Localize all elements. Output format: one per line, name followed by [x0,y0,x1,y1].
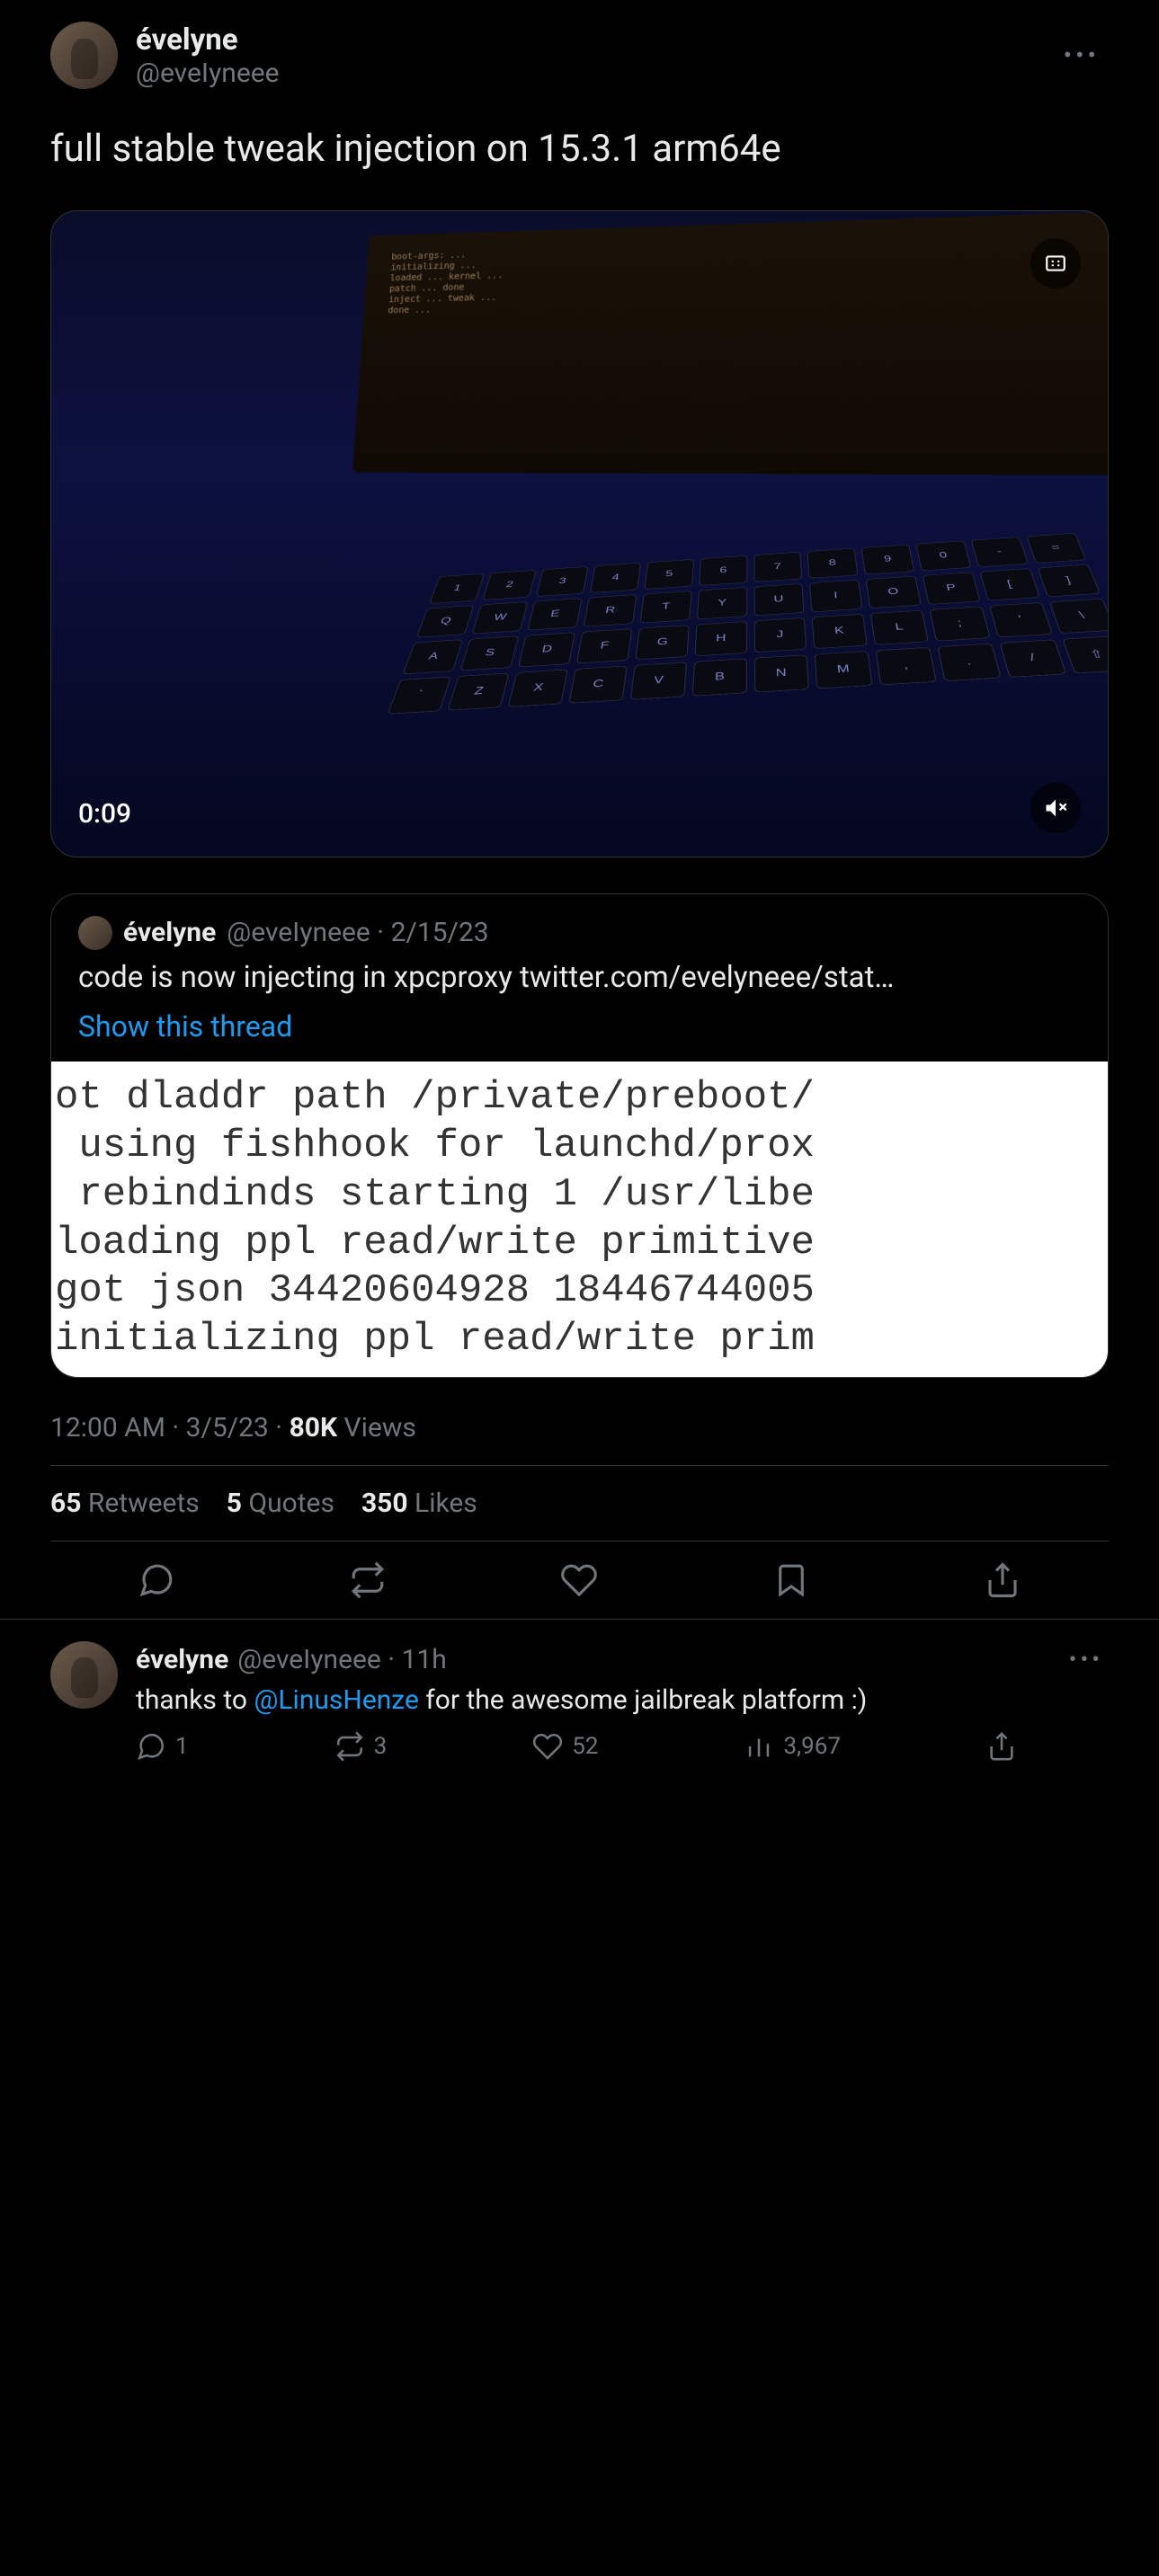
reply-body: évelyne @eveIyneee · 11h ••• thanks to @… [136,1641,1109,1763]
more-options-button[interactable]: ••• [1055,31,1109,79]
video-time-label: 0:09 [78,798,131,830]
retweet-count: 3 [374,1733,388,1760]
reply-tweet[interactable]: évelyne @eveIyneee · 11h ••• thanks to @… [0,1620,1159,1781]
reply-count: 1 [175,1733,189,1760]
quoted-tweet-text: code is now injecting in xpcproxy twitte… [51,959,1108,1010]
show-thread-link[interactable]: Show this thread [51,1009,1108,1061]
reply-avatar[interactable] [50,1641,118,1709]
tweet-text: full stable tweak injection on 15.3.1 ar… [50,125,1109,174]
reply-text: thanks to @LinusHenze for the awesome ja… [136,1683,1109,1719]
quoted-tweet-image: ot dladdr path /private/preboot/ using f… [51,1061,1108,1376]
reply-like-button[interactable]: 52 [532,1731,598,1762]
reply-action-bar: 1 3 52 3,967 [136,1731,1017,1762]
like-count: 52 [572,1733,598,1760]
quoted-tweet[interactable]: évelyne @eveIyneee · 2/15/23 code is now… [50,893,1109,1378]
quoted-avatar [78,916,112,950]
quotes-stat[interactable]: 5 Quotes [227,1488,334,1519]
reply-handle: @eveIyneee · 11h [237,1644,447,1675]
user-handle: @eveIyneee [136,58,280,89]
video-laptop-keyboard: 1234567890-=qwertyuiop[]asdfghjkl;'\`zxc… [357,533,1109,795]
tweet-date: 3/5/23 [186,1412,269,1443]
view-count: 3,967 [783,1733,841,1760]
mention-link[interactable]: @LinusHenze [254,1684,418,1716]
display-name: évelyne [136,22,280,58]
user-names[interactable]: évelyne @eveIyneee [136,22,280,89]
video-laptop-screen: boot-args: ...initializing ...loaded ...… [352,211,1109,475]
retweets-stat[interactable]: 65 Retweets [50,1488,200,1519]
reply-share-button[interactable] [986,1731,1017,1762]
avatar[interactable] [50,22,118,89]
video-player[interactable]: boot-args: ...initializing ...loaded ...… [50,210,1109,857]
reply-button[interactable] [138,1561,175,1599]
reply-retweet-button[interactable]: 3 [334,1731,388,1762]
quoted-tweet-header: évelyne @eveIyneee · 2/15/23 [51,894,1108,959]
tweet-stats: 65 Retweets 5 Quotes 350 Likes [50,1466,1109,1541]
retweet-button[interactable] [349,1561,387,1599]
reply-reply-button[interactable]: 1 [136,1731,189,1762]
action-bar [50,1541,1109,1619]
tweet-time: 12:00 AM [50,1412,165,1443]
quoted-handle: @eveIyneee · 2/15/23 [227,917,488,948]
tweet-header: évelyne @eveIyneee ••• [50,22,1109,89]
views-count: 80K [290,1412,338,1443]
quoted-display-name: évelyne [123,917,216,948]
reply-display-name: évelyne [136,1644,228,1675]
share-button[interactable] [984,1561,1021,1599]
views-label: Views [344,1412,416,1443]
tweet-meta: 12:00 AM · 3/5/23 · 80K Views [50,1405,1109,1466]
like-button[interactable] [560,1561,598,1599]
mute-button[interactable] [1030,783,1081,833]
captions-button[interactable] [1030,238,1081,289]
main-tweet: évelyne @eveIyneee ••• full stable tweak… [0,0,1159,1620]
reply-more-button[interactable]: ••• [1064,1641,1109,1679]
likes-stat[interactable]: 350 Likes [361,1488,477,1519]
bookmark-button[interactable] [772,1561,810,1599]
reply-views-button[interactable]: 3,967 [744,1731,841,1762]
reply-header: évelyne @eveIyneee · 11h ••• [136,1641,1109,1679]
